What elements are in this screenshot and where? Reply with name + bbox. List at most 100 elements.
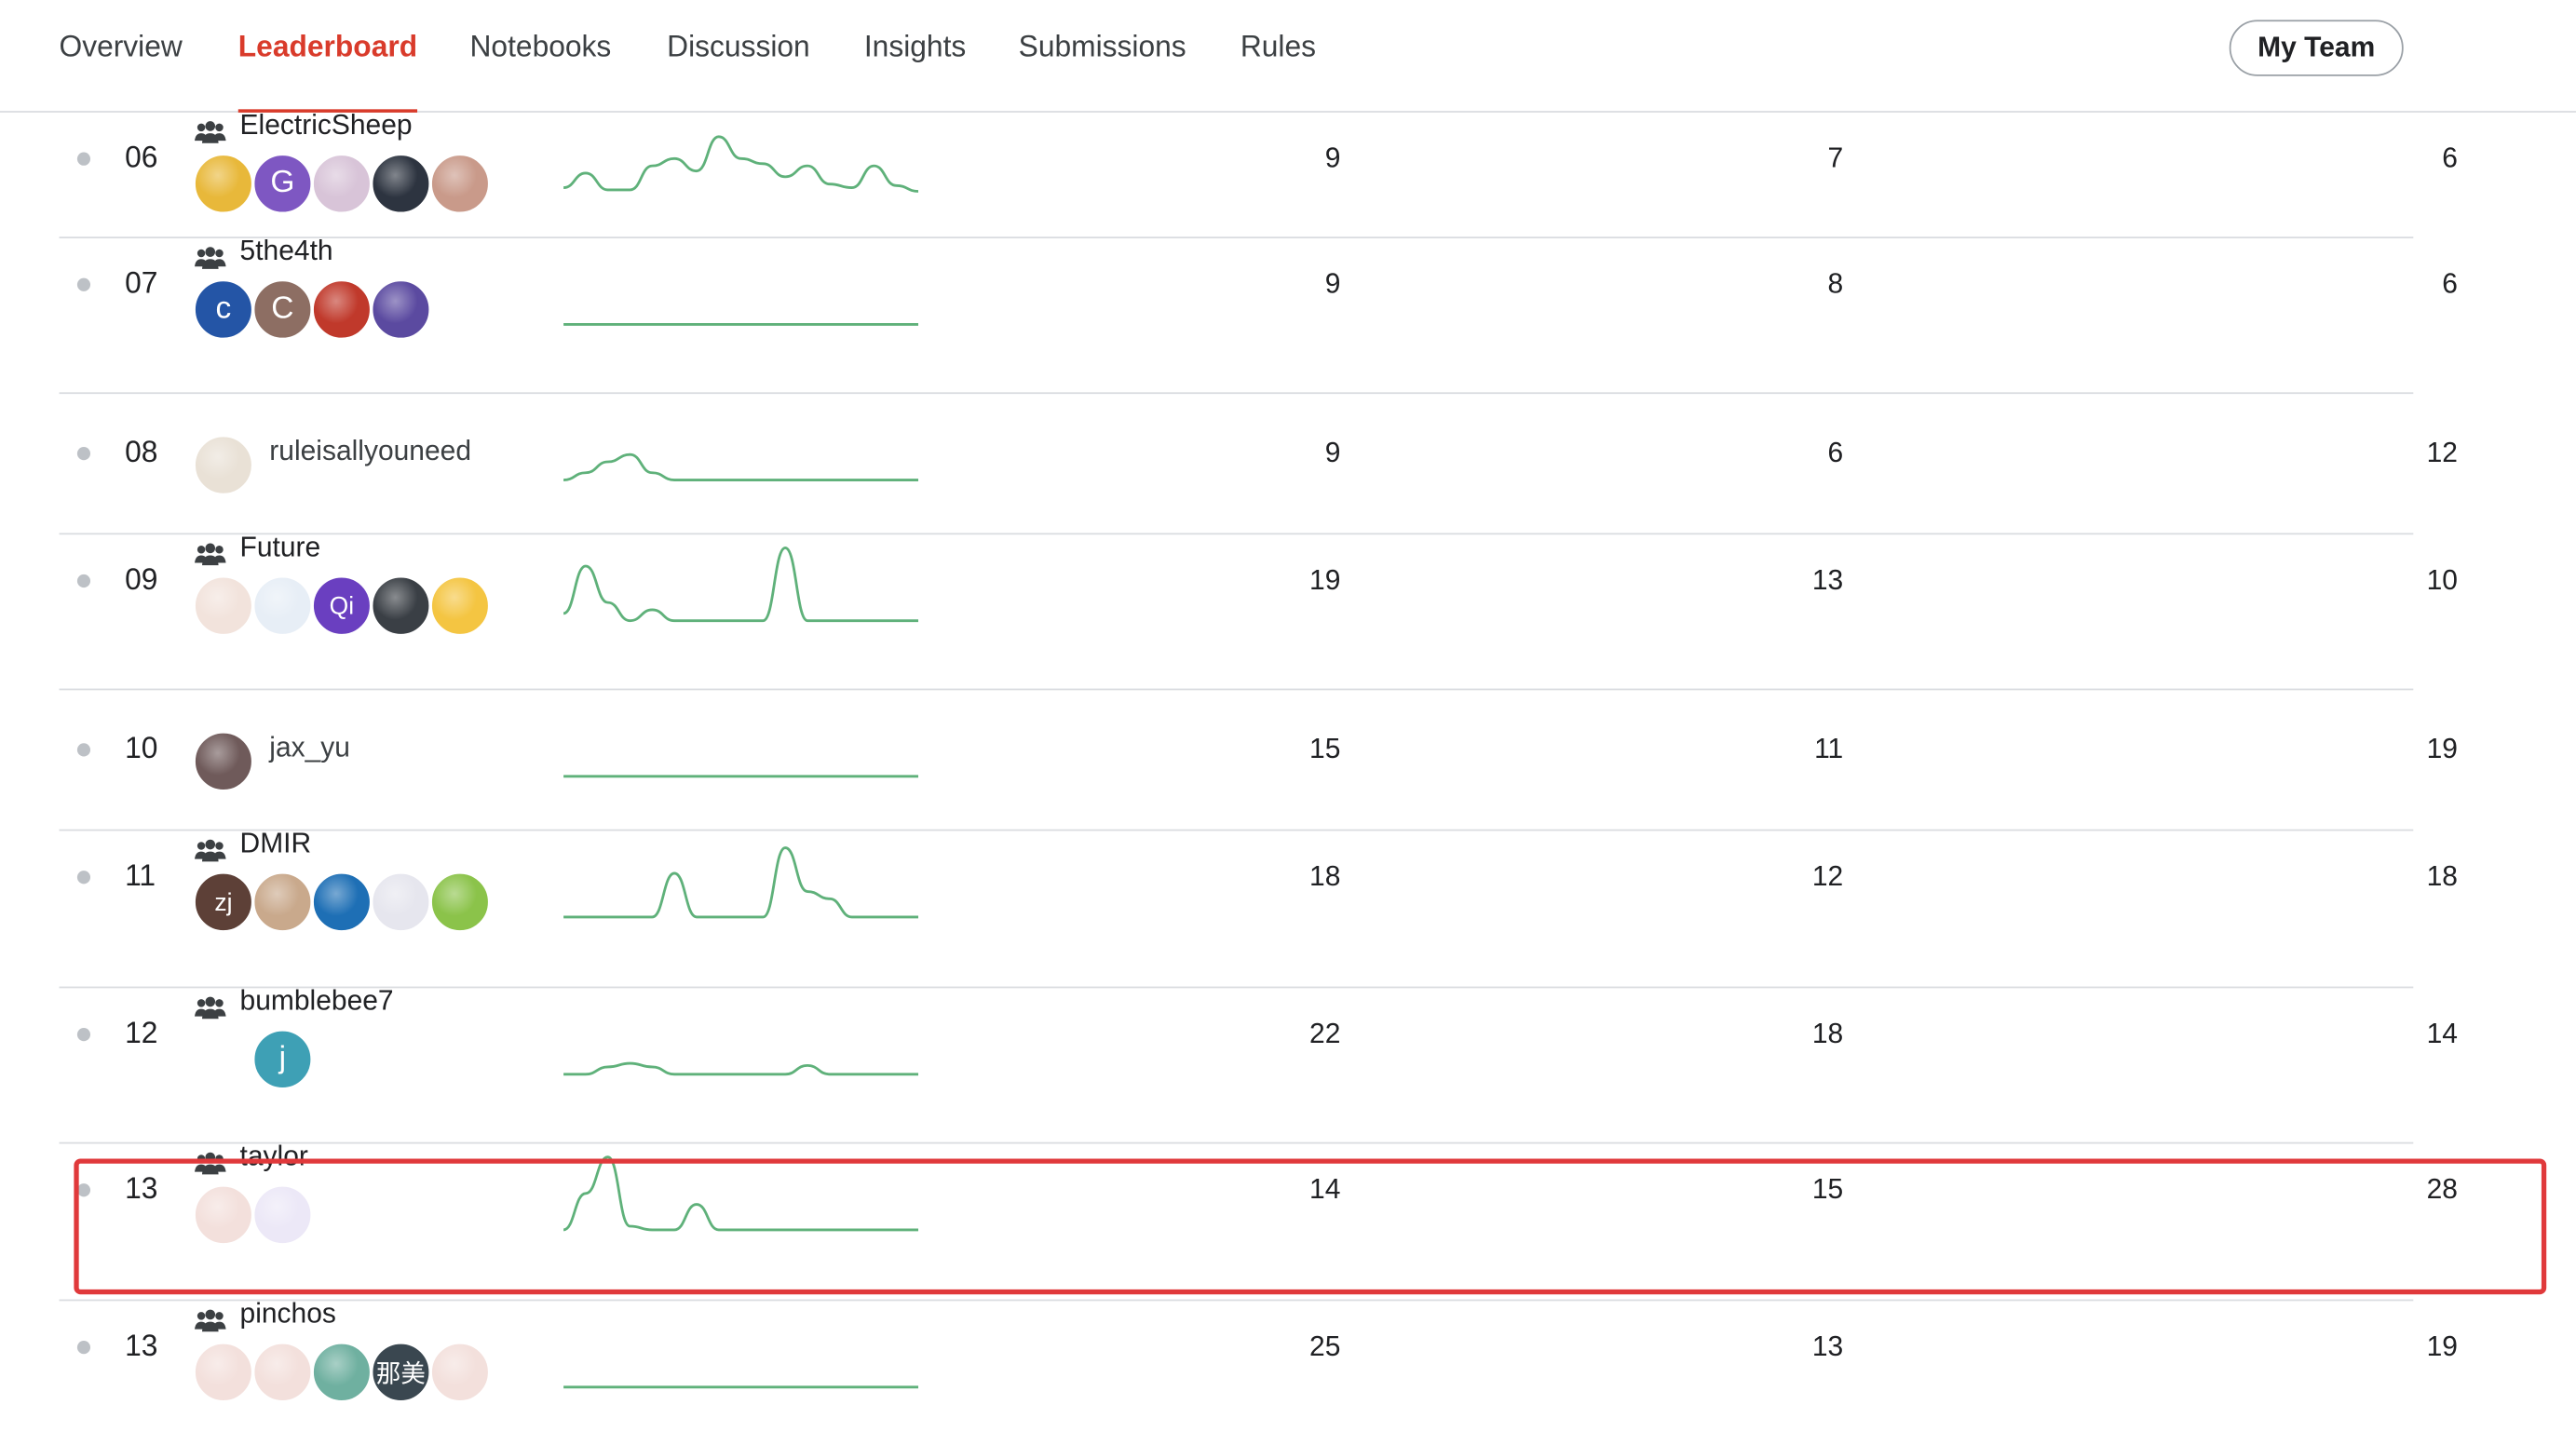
member-avatar-image[interactable] (371, 575, 431, 636)
tab-submissions[interactable]: Submissions (1019, 30, 1186, 64)
rank-number: 06 (125, 141, 158, 174)
score-col2: 18 (1811, 1018, 1844, 1050)
leaderboard-row[interactable]: 13 taylor 14 15 28 (59, 1141, 2458, 1302)
my-team-button[interactable]: My Team (2229, 20, 2404, 76)
sparkline-path (563, 1155, 919, 1232)
team-name[interactable]: ElectricSheep (240, 109, 413, 142)
tab-notebooks[interactable]: Notebooks (470, 30, 612, 64)
leaderboard-row[interactable]: 13 pinchos 那美 25 13 19 (60, 1298, 2458, 1443)
team-name[interactable]: DMIR (240, 828, 312, 861)
member-avatar-image[interactable] (312, 1342, 372, 1402)
team-name[interactable]: 5the4th (240, 235, 333, 268)
team-name[interactable]: jax_yu (269, 732, 350, 765)
member-avatar-image[interactable] (430, 154, 490, 214)
score-col3: 19 (2426, 733, 2458, 765)
rank-number: 13 (125, 1171, 158, 1206)
leaderboard-row[interactable]: 07 5the4th c C 9 8 6 (59, 235, 2458, 395)
member-avatar-image[interactable] (430, 871, 490, 932)
team-member-avatars: 那美 (194, 1342, 490, 1402)
team-name[interactable]: pinchos (240, 1298, 336, 1331)
rank-change-indicator (76, 871, 91, 885)
rank-history-sparkline (563, 547, 919, 623)
tab-discussion[interactable]: Discussion (667, 30, 810, 64)
score-col2: 13 (1811, 1330, 1844, 1363)
rank-history-sparkline (563, 323, 919, 326)
member-avatar-image[interactable] (312, 154, 372, 214)
score-col3: 19 (2426, 1330, 2458, 1363)
sparkline-path (563, 1061, 919, 1076)
member-avatar[interactable]: 那美 (371, 1342, 431, 1402)
rank-history-sparkline (563, 846, 919, 919)
member-avatar-image[interactable] (430, 575, 490, 636)
team-name[interactable]: Future (240, 532, 321, 565)
team-icon (195, 996, 226, 1020)
team-icon (195, 543, 226, 566)
team-name[interactable]: bumblebee7 (240, 985, 394, 1019)
sparkline-path (563, 547, 919, 623)
member-avatar[interactable]: c (194, 279, 253, 340)
member-avatar-image[interactable] (194, 1342, 253, 1402)
rank-number: 10 (125, 731, 158, 765)
member-avatar[interactable]: j (252, 1029, 313, 1089)
score-col2: 15 (1811, 1173, 1844, 1206)
member-avatar-image[interactable] (252, 1184, 313, 1245)
member-avatar-image[interactable] (194, 575, 253, 636)
sparkline-path (563, 452, 919, 481)
tab-insights[interactable]: Insights (864, 30, 966, 64)
team-member-avatars: cC (194, 279, 431, 340)
member-avatar-image[interactable] (252, 575, 313, 636)
member-avatar-image[interactable] (430, 1342, 490, 1402)
team-icon (195, 121, 226, 143)
member-avatar-image[interactable] (194, 154, 253, 214)
score-col1: 9 (1324, 268, 1341, 300)
rank-number: 07 (125, 266, 158, 300)
member-avatar[interactable]: Qi (312, 575, 372, 636)
tab-leaderboard[interactable]: Leaderboard (237, 30, 418, 113)
team-member-avatars (194, 731, 253, 791)
score-col1: 25 (1309, 1330, 1341, 1363)
member-avatar[interactable]: zj (194, 871, 253, 932)
team-name[interactable]: ruleisallyouneed (269, 436, 471, 469)
leaderboard-row[interactable]: 10 jax_yu 15 11 19 (59, 690, 2458, 831)
score-col3: 6 (2442, 268, 2458, 300)
score-col2: 7 (1827, 142, 1844, 174)
member-avatar-image[interactable] (312, 279, 372, 340)
member-avatar-image[interactable] (194, 1184, 253, 1245)
leaderboard-row[interactable]: 09 Future Qi 19 13 10 (59, 532, 2458, 691)
member-avatar-image[interactable] (371, 154, 431, 214)
leaderboard-row[interactable]: 12 bumblebee7 j 22 18 14 (59, 985, 2458, 1144)
rank-number: 08 (125, 435, 158, 469)
member-avatar[interactable]: C (252, 279, 313, 340)
team-icon (195, 247, 226, 269)
member-avatar-image[interactable] (194, 731, 253, 791)
tab-rules[interactable]: Rules (1241, 30, 1316, 64)
team-member-avatars (194, 435, 253, 495)
rank-number: 13 (125, 1329, 158, 1363)
leaderboard-row[interactable]: 08 ruleisallyouneed 9 6 12 (59, 394, 2458, 535)
score-col1: 9 (1324, 142, 1341, 174)
member-avatar[interactable]: G (252, 154, 313, 214)
team-icon (195, 839, 226, 862)
rank-change-indicator (76, 574, 91, 588)
leaderboard-row[interactable]: 11 DMIR zj 18 12 18 (59, 828, 2458, 989)
leaderboard-row[interactable]: 06 ElectricSheep G 9 7 6 (59, 109, 2458, 239)
score-col3: 28 (2426, 1173, 2458, 1206)
member-avatar-image[interactable] (252, 871, 313, 932)
rank-history-sparkline (563, 452, 919, 481)
score-col1: 14 (1309, 1173, 1341, 1206)
rank-number: 11 (125, 858, 156, 893)
rank-number: 09 (125, 562, 158, 597)
member-avatar-image[interactable] (371, 279, 431, 340)
member-avatar-image[interactable] (194, 435, 253, 495)
member-avatar-image[interactable] (252, 1342, 313, 1402)
score-col1: 15 (1309, 733, 1341, 765)
team-name[interactable]: taylor (240, 1141, 308, 1174)
score-col1: 9 (1324, 437, 1341, 469)
rank-change-indicator (76, 277, 91, 291)
rank-number: 12 (125, 1016, 158, 1050)
team-member-avatars: j (194, 1029, 313, 1089)
tab-overview[interactable]: Overview (60, 30, 183, 64)
member-avatar-image[interactable] (312, 871, 372, 932)
member-avatar-image[interactable] (371, 871, 431, 932)
score-col2: 12 (1811, 860, 1844, 893)
